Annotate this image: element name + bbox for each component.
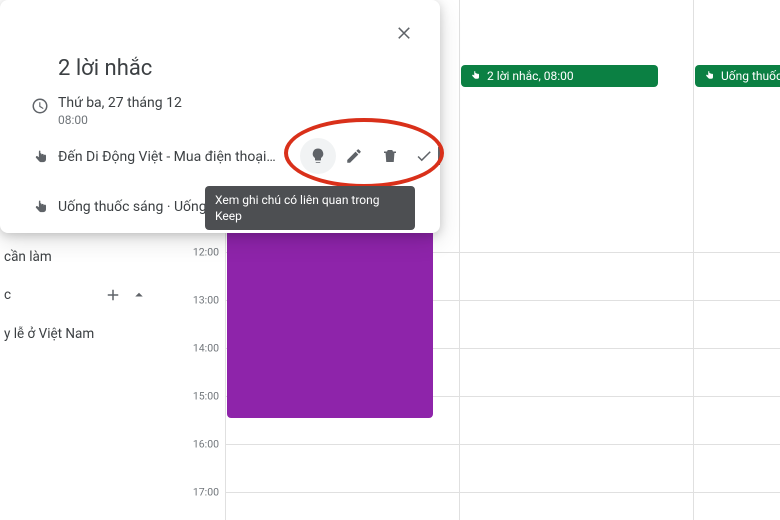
popup-title: 2 lời nhắc — [58, 56, 422, 81]
time-label: 16:00 — [193, 438, 219, 451]
sidebar-item[interactable]: y lễ ở Việt Nam — [0, 326, 94, 342]
add-calendar-button[interactable] — [102, 284, 124, 306]
grid-hline — [225, 444, 780, 445]
close-icon — [395, 23, 413, 41]
datetime-row: Thứ ba, 27 tháng 12 08:00 — [22, 95, 422, 127]
keep-notes-button[interactable] — [300, 138, 336, 174]
pencil-icon — [345, 147, 363, 165]
check-icon — [415, 147, 433, 165]
time-label: 17:00 — [193, 486, 219, 499]
action-group — [300, 138, 440, 174]
time-label: 13:00 — [193, 294, 219, 307]
chip-label: 2 lời nhắc, 08:00 — [487, 69, 574, 83]
grid-hline — [225, 492, 780, 493]
close-button[interactable] — [386, 14, 422, 50]
reminder-icon — [469, 70, 481, 82]
popup-date: Thứ ba, 27 tháng 12 — [58, 95, 182, 111]
event-popup-card: 2 lời nhắc Thứ ba, 27 tháng 12 08:00 Đến… — [0, 0, 440, 233]
grid-vline — [459, 0, 460, 520]
reminder-icon — [703, 70, 715, 82]
reminder-text: Đến Di Động Việt - Mua điện thoại… — [58, 149, 276, 165]
collapse-button[interactable] — [128, 284, 150, 306]
divider — [438, 147, 440, 165]
reminder-icon — [31, 199, 49, 217]
tooltip: Xem ghi chú có liên quan trong Keep — [205, 186, 415, 230]
time-label: 15:00 — [193, 390, 219, 403]
delete-button[interactable] — [372, 138, 408, 174]
time-label: 12:00 — [193, 246, 219, 259]
mark-done-button[interactable] — [408, 138, 440, 174]
calendar-event-block[interactable] — [227, 233, 433, 418]
edit-button[interactable] — [336, 138, 372, 174]
time-label: 14:00 — [193, 342, 219, 355]
lightbulb-icon — [309, 147, 327, 165]
reminder-icon — [31, 149, 49, 167]
chip-label: Uống thuốc sán — [721, 69, 780, 83]
trash-icon — [381, 147, 399, 165]
reminder-chip[interactable]: 2 lời nhắc, 08:00 — [461, 65, 658, 87]
sidebar-item[interactable]: cần làm — [0, 249, 52, 265]
popup-time: 08:00 — [58, 113, 182, 127]
clock-icon — [31, 97, 49, 115]
grid-vline — [693, 0, 694, 520]
reminder-chip[interactable]: Uống thuốc sán — [695, 65, 780, 87]
sidebar-item[interactable]: c — [0, 287, 11, 303]
